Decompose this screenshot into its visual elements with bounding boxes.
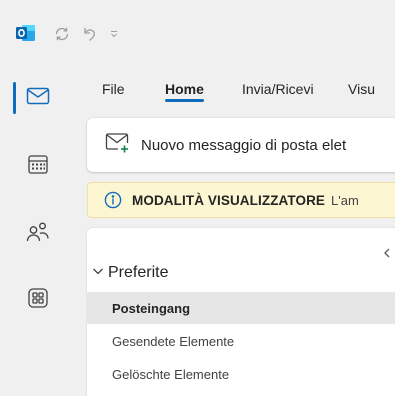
tab-file[interactable]: File [102,78,125,104]
folder-label: Posteingang [112,300,191,316]
infobar-title: MODALITÀ VISUALIZZATORE [132,192,326,208]
sync-button[interactable] [52,24,72,44]
new-email-label: Nuovo messaggio di posta elet [141,136,347,154]
ribbon-panel: Nuovo messaggio di posta elet [87,118,395,172]
ribbon-tabs: File Home Invia/Ricevi Visu [78,78,395,108]
nav-rail [0,62,78,396]
calendar-nav-button[interactable] [20,150,56,182]
folder-item-deleted[interactable]: Gelöschte Elemente [87,358,395,390]
tab-home[interactable]: Home [165,78,204,104]
undo-button[interactable] [79,24,99,44]
new-mail-icon [105,132,131,159]
people-nav-button[interactable] [20,218,56,250]
tab-label: Home [165,81,204,97]
tab-label: File [102,81,125,97]
outlook-icon [16,24,36,42]
apps-nav-button[interactable] [20,284,56,316]
infobar-message: L'am [331,192,359,208]
info-icon [104,191,122,209]
mail-icon [26,86,50,111]
chevron-left-icon [383,248,391,261]
undo-icon [80,25,98,43]
chevron-down-icon [92,264,104,282]
chevron-down-icon [109,29,119,39]
collapse-folder-pane-button[interactable] [383,248,391,261]
favorites-header[interactable]: Preferite [92,262,168,284]
viewer-mode-infobar: MODALITÀ VISUALIZZATORE L'am [87,182,395,218]
favorites-label: Preferite [108,264,169,281]
tab-label: Visu [348,81,375,97]
sync-icon [53,25,71,43]
apps-icon [27,287,49,314]
folder-label: Gesendete Elemente [112,333,235,349]
new-email-button[interactable]: Nuovo messaggio di posta elet [105,132,346,158]
active-indicator [13,82,16,114]
tab-send-receive[interactable]: Invia/Ricevi [242,78,314,104]
tab-label: Invia/Ricevi [242,81,314,97]
people-icon [26,221,50,248]
mail-nav-button[interactable] [20,82,56,114]
calendar-icon [27,153,49,180]
folder-item-inbox[interactable]: Posteingang [87,292,395,324]
customize-quick-access-button[interactable] [104,24,124,44]
folder-label: Gelöschte Elemente [112,366,230,382]
folder-item-sent[interactable]: Gesendete Elemente [87,325,395,357]
title-bar [0,0,395,62]
tab-view[interactable]: Visu [348,78,375,104]
active-tab-underline [165,99,204,102]
